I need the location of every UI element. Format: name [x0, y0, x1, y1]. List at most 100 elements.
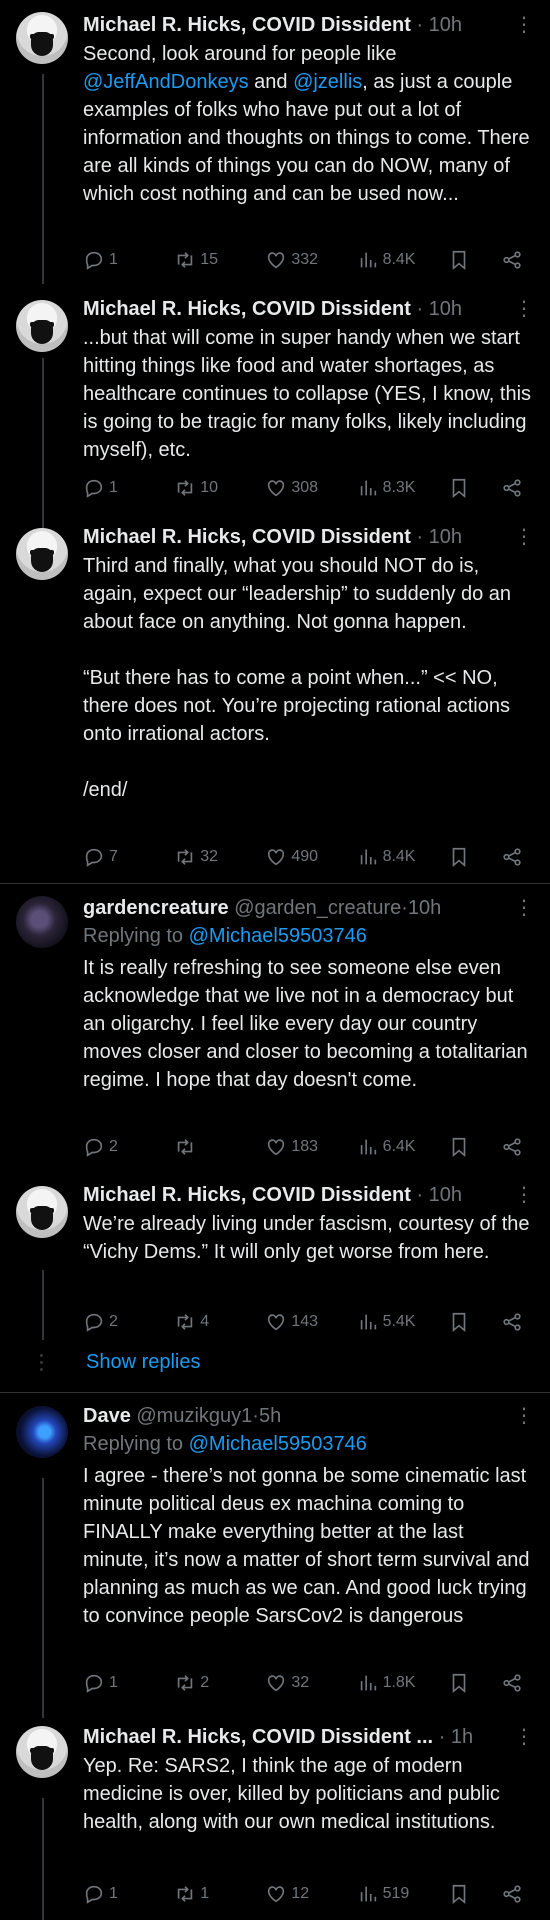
bookmark-button[interactable] — [448, 1136, 470, 1158]
timestamp[interactable]: 10h — [408, 897, 441, 919]
more-options-icon[interactable]: ⋮ — [514, 1724, 534, 1750]
reply-button[interactable]: 2 — [83, 1311, 143, 1333]
author-name[interactable]: Michael R. Hicks, COVID Dissident ... — [83, 1726, 433, 1748]
tweet[interactable]: Michael R. Hicks, COVID Dissident · 10h … — [0, 0, 550, 284]
tweet-text: I agree - there’s not gonna be some cine… — [83, 1465, 530, 1627]
share-button[interactable] — [501, 249, 523, 271]
repost-button[interactable]: 10 — [174, 477, 234, 499]
tweet[interactable]: Michael R. Hicks, COVID Dissident ... · … — [0, 1712, 550, 1920]
share-icon — [503, 479, 521, 497]
reply-button[interactable]: 1 — [83, 249, 143, 271]
eye-shape — [47, 34, 54, 39]
timestamp[interactable]: 10h — [429, 14, 462, 36]
repost-button[interactable]: 15 — [174, 249, 234, 271]
mention-link[interactable]: @Michael59503746 — [189, 925, 367, 947]
timestamp[interactable]: 10h — [429, 526, 462, 548]
share-button[interactable] — [501, 1311, 523, 1333]
reply-button[interactable]: 1 — [83, 477, 143, 499]
reply-count: 7 — [109, 848, 118, 865]
reply-button[interactable]: 1 — [83, 1672, 143, 1694]
avatar[interactable] — [16, 1186, 68, 1238]
bookmark-button[interactable] — [448, 846, 470, 868]
tweet[interactable]: Michael R. Hicks, COVID Dissident · 10h … — [0, 284, 550, 524]
author-name[interactable]: Michael R. Hicks, COVID Dissident — [83, 526, 411, 548]
share-icon — [503, 251, 521, 269]
repost-icon — [177, 1675, 193, 1691]
timestamp[interactable]: 10h — [429, 1184, 462, 1206]
share-button[interactable] — [501, 846, 523, 868]
author-name[interactable]: gardencreature — [83, 897, 229, 919]
tweet[interactable]: Michael R. Hicks, COVID Dissident · 10h … — [0, 1170, 550, 1333]
more-options-icon[interactable]: ⋮ — [514, 895, 534, 921]
replying-to: Replying to @Michael59503746 — [83, 925, 367, 947]
share-button[interactable] — [501, 1136, 523, 1158]
like-button[interactable]: 308 — [265, 477, 325, 499]
more-options-icon[interactable]: ⋮ — [514, 524, 534, 550]
more-options-icon[interactable]: ⋮ — [514, 12, 534, 38]
eye-shape — [47, 1748, 54, 1753]
reply-button[interactable]: 7 — [83, 846, 143, 868]
avatar[interactable] — [16, 896, 68, 948]
avatar[interactable] — [16, 300, 68, 352]
reply-button[interactable]: 2 — [83, 1136, 143, 1158]
repost-button[interactable]: 4 — [174, 1311, 234, 1333]
action-bar: 1 1 12 519 — [83, 1882, 523, 1906]
author-name[interactable]: Michael R. Hicks, COVID Dissident — [83, 298, 411, 320]
more-options-icon[interactable]: ⋮ — [514, 296, 534, 322]
share-button[interactable] — [501, 1883, 523, 1905]
avatar[interactable] — [16, 1406, 68, 1458]
view-count: 6.4K — [382, 1138, 416, 1155]
mention-link[interactable]: @jzellis — [293, 71, 362, 93]
timestamp[interactable]: 5h — [259, 1405, 281, 1427]
share-button[interactable] — [501, 1672, 523, 1694]
views-button[interactable]: 1.8K — [357, 1672, 417, 1694]
show-replies-link[interactable]: Show replies — [86, 1348, 201, 1376]
avatar[interactable] — [16, 12, 68, 64]
like-count: 143 — [291, 1313, 319, 1330]
tweet[interactable]: Michael R. Hicks, COVID Dissident · 10h … — [0, 512, 550, 882]
more-options-icon[interactable]: ⋮ — [514, 1182, 534, 1208]
share-button[interactable] — [501, 477, 523, 499]
bookmark-button[interactable] — [448, 1311, 470, 1333]
like-button[interactable]: 332 — [265, 249, 325, 271]
like-button[interactable]: 183 — [265, 1136, 325, 1158]
author-name[interactable]: Michael R. Hicks, COVID Dissident — [83, 14, 411, 36]
bookmark-button[interactable] — [448, 477, 470, 499]
mention-link[interactable]: @JeffAndDonkeys — [83, 71, 249, 93]
author-name[interactable]: Michael R. Hicks, COVID Dissident — [83, 1184, 411, 1206]
views-button[interactable]: 8.4K — [357, 249, 417, 271]
repost-count: 1 — [200, 1885, 210, 1902]
more-options-icon[interactable]: ⋮ — [514, 1403, 534, 1429]
share-icon — [503, 1138, 521, 1156]
views-button[interactable]: 519 — [357, 1883, 417, 1905]
views-button[interactable]: 6.4K — [357, 1136, 417, 1158]
views-button[interactable]: 5.4K — [357, 1311, 417, 1333]
author-handle[interactable]: @garden_creature — [234, 897, 401, 919]
repost-button[interactable]: 2 — [174, 1672, 234, 1694]
timestamp[interactable]: 10h — [429, 298, 462, 320]
views-button[interactable]: 8.3K — [357, 477, 417, 499]
like-button[interactable]: 12 — [265, 1883, 325, 1905]
tweet[interactable]: gardencreature @garden_creature·10h ⋮ Re… — [0, 884, 550, 1170]
like-button[interactable]: 490 — [265, 846, 325, 868]
author-name[interactable]: Dave — [83, 1405, 131, 1427]
tweet-header: Michael R. Hicks, COVID Dissident ... · … — [83, 1724, 534, 1750]
like-icon — [268, 1886, 285, 1903]
views-button[interactable]: 8.4K — [357, 846, 417, 868]
like-button[interactable]: 32 — [265, 1672, 325, 1694]
avatar[interactable] — [16, 528, 68, 580]
repost-button[interactable] — [174, 1136, 234, 1158]
author-handle[interactable]: @muzikguy1 — [136, 1405, 252, 1427]
repost-button[interactable]: 1 — [174, 1883, 234, 1905]
mention-link[interactable]: @Michael59503746 — [189, 1433, 367, 1455]
reply-button[interactable]: 1 — [83, 1883, 143, 1905]
bookmark-button[interactable] — [448, 1883, 470, 1905]
like-button[interactable]: 143 — [265, 1311, 325, 1333]
timestamp[interactable]: 1h — [451, 1726, 473, 1748]
bookmark-button[interactable] — [448, 249, 470, 271]
tweet[interactable]: Dave @muzikguy1·5h ⋮ Replying to @Michae… — [0, 1393, 550, 1700]
bookmark-icon — [452, 1312, 466, 1333]
repost-button[interactable]: 32 — [174, 846, 234, 868]
bookmark-button[interactable] — [448, 1672, 470, 1694]
avatar[interactable] — [16, 1726, 68, 1778]
